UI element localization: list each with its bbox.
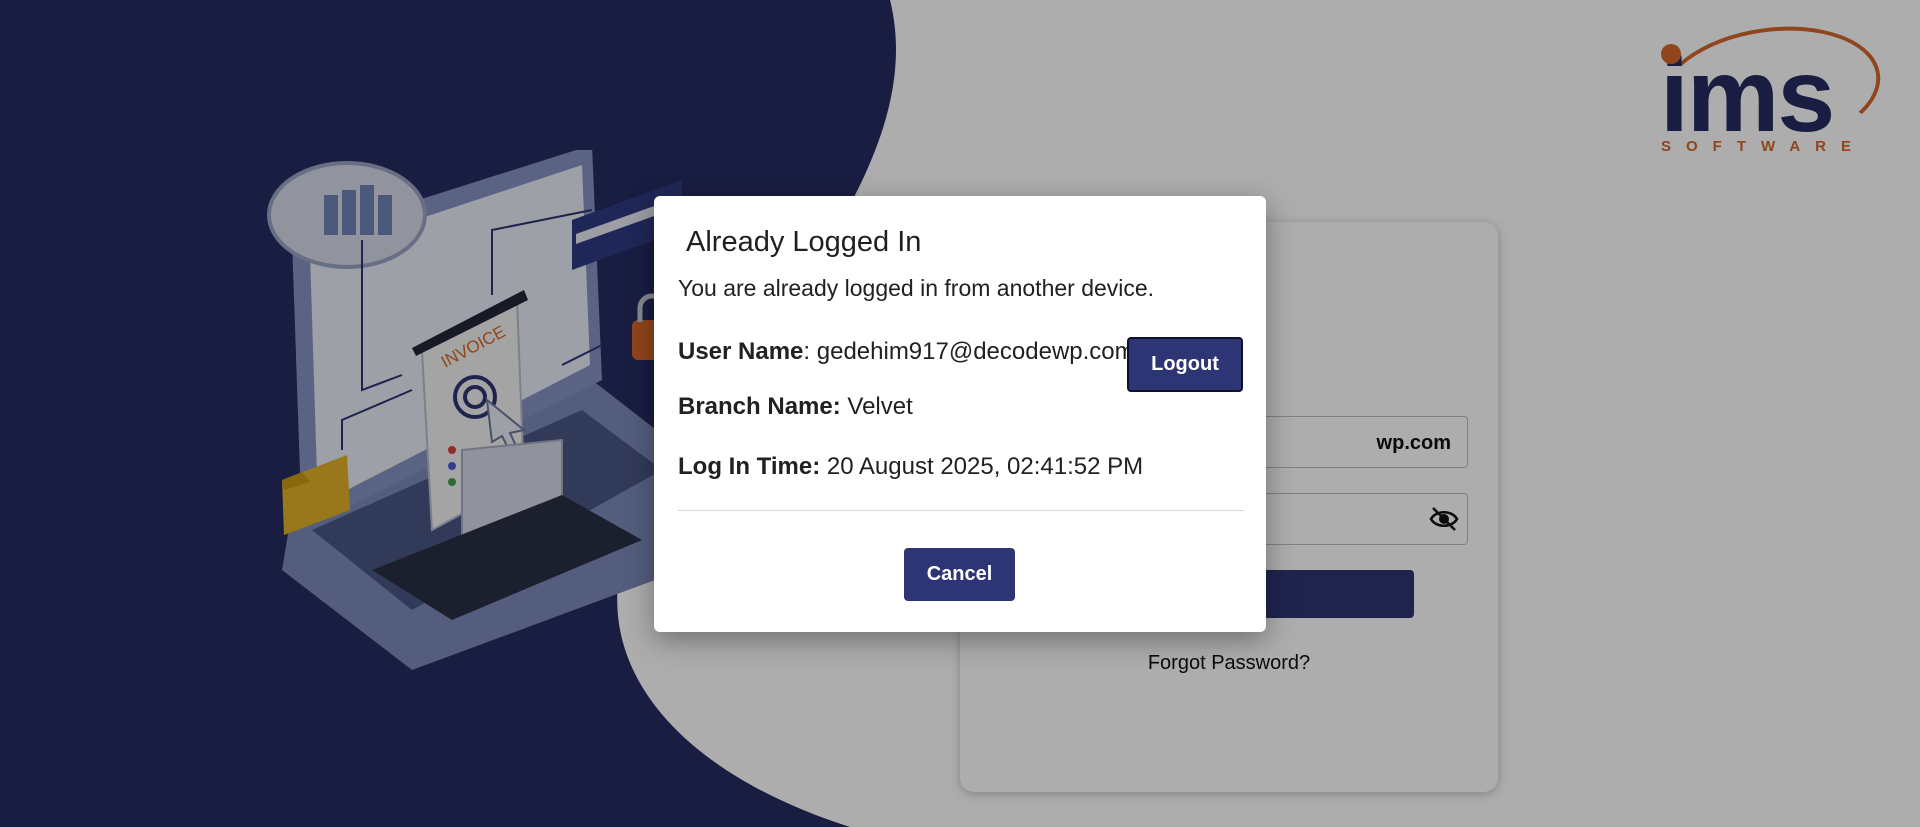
login-time-label: Log In Time: bbox=[678, 453, 821, 480]
dialog-title: Already Logged In bbox=[686, 226, 922, 258]
dialog-message: You are already logged in from another d… bbox=[678, 275, 1155, 301]
login-time-value: 20 August 2025, 02:41:52 PM bbox=[820, 453, 1144, 480]
branch-name-row: Branch Name: Velvet bbox=[678, 393, 913, 421]
login-time-row: Log In Time: 20 August 2025, 02:41:52 PM bbox=[678, 453, 1143, 481]
user-name-row: User Name: gedehim917@decodewp.com bbox=[678, 338, 1135, 366]
already-logged-in-dialog: Already Logged In You are already logged… bbox=[654, 196, 1266, 632]
branch-name-value: Velvet bbox=[840, 393, 913, 420]
dialog-divider bbox=[678, 510, 1244, 511]
branch-name-label: Branch Name: bbox=[678, 393, 841, 420]
logout-button[interactable]: Logout bbox=[1127, 337, 1243, 392]
cancel-button[interactable]: Cancel bbox=[904, 548, 1015, 601]
user-name-value: : gedehim917@decodewp.com bbox=[803, 338, 1135, 365]
user-name-label: User Name bbox=[678, 338, 804, 365]
